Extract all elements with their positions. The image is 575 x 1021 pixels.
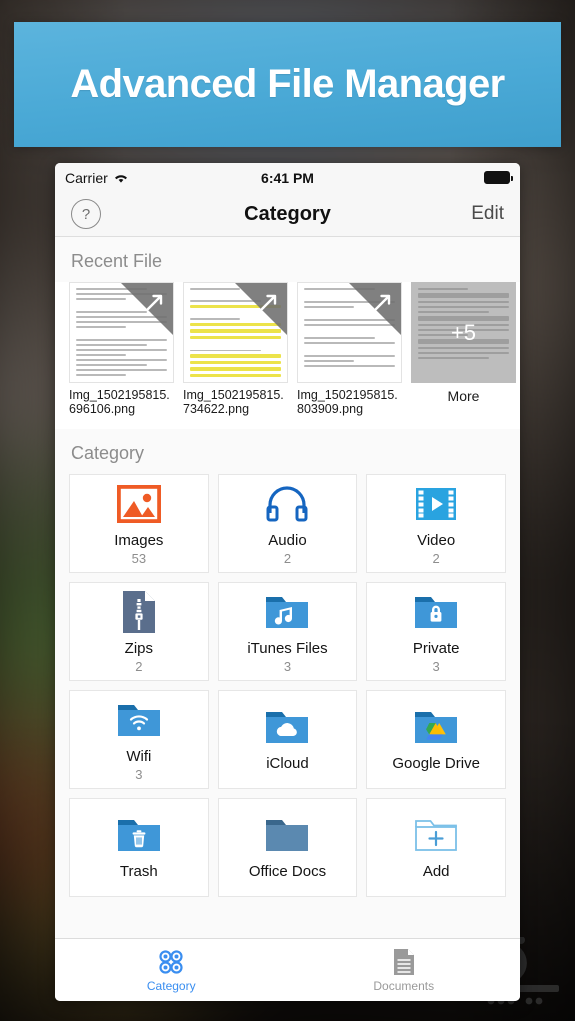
- status-bar: Carrier 6:41 PM: [55, 163, 520, 192]
- recent-file-thumbnail[interactable]: [183, 282, 288, 383]
- category-count: 2: [135, 658, 143, 674]
- tab-label: Category: [146, 978, 196, 993]
- category-label: Private: [412, 639, 460, 657]
- image-icon: [116, 481, 161, 527]
- recent-file-section-title: Recent File: [55, 237, 520, 282]
- category-label: Audio: [268, 531, 307, 549]
- category-item-itunes-files[interactable]: iTunes Files 3: [217, 581, 358, 681]
- trash-folder-icon: [116, 812, 162, 858]
- category-item-wifi[interactable]: Wifi 3: [69, 689, 209, 789]
- category-section-title: Category: [55, 428, 520, 474]
- category-label: Wifi: [126, 747, 152, 765]
- open-arrow-icon: [374, 294, 391, 311]
- phone-screenshot: Carrier 6:41 PM ? Category Edit Recent F…: [55, 163, 520, 1001]
- category-item-images[interactable]: Images 53: [69, 473, 209, 573]
- page-title: Category: [244, 202, 331, 225]
- recent-file-item[interactable]: Img_1502195815.803909.png: [297, 282, 402, 417]
- wifi-folder-icon: [116, 697, 162, 743]
- music-folder-icon: [264, 589, 310, 635]
- category-item-audio[interactable]: Audio 2: [217, 473, 358, 573]
- category-count: 53: [131, 550, 147, 566]
- tab-label: Documents: [373, 978, 435, 993]
- battery-icon: [484, 171, 513, 184]
- category-count: 2: [283, 550, 292, 566]
- app-banner: Advanced File Manager: [14, 22, 561, 147]
- category-label: Office Docs: [248, 863, 327, 881]
- carrier-label: Carrier: [65, 169, 108, 186]
- tab-documents[interactable]: Documents: [288, 939, 521, 1001]
- category-label: iCloud: [266, 755, 309, 773]
- cloud-folder-icon: [264, 704, 310, 750]
- category-label: Trash: [119, 863, 158, 881]
- recent-more-item[interactable]: +5 More: [411, 282, 516, 417]
- screen-content: Recent File Img_1502195815.696106.png Im…: [55, 237, 520, 938]
- category-item-icloud[interactable]: iCloud: [217, 689, 358, 789]
- add-folder-icon: [413, 812, 459, 858]
- category-item-video[interactable]: Video 2: [366, 473, 506, 573]
- category-label: iTunes Files: [247, 639, 328, 657]
- category-count: 3: [135, 766, 143, 782]
- category-count: 2: [432, 550, 440, 566]
- wifi-icon: [114, 174, 127, 183]
- open-arrow-icon: [260, 294, 277, 311]
- recent-file-name: Img_1502195815.696106.png: [69, 388, 170, 417]
- gdrive-folder-icon: [413, 704, 459, 750]
- lock-folder-icon: [413, 589, 459, 635]
- category-item-zips[interactable]: Zips 2: [69, 581, 209, 681]
- open-arrow-icon: [146, 294, 163, 311]
- plain-folder-icon: [264, 812, 310, 858]
- category-label: Images: [114, 531, 164, 549]
- recent-file-thumbnail[interactable]: [69, 282, 174, 383]
- category-grid: Images 53 Audio 2 Video 2 Zips 2 iTunes …: [55, 473, 520, 905]
- recent-file-item[interactable]: Img_1502195815.734622.png: [183, 282, 288, 417]
- nav-bar: ? Category Edit: [55, 192, 520, 237]
- recent-file-name: Img_1502195815.803909.png: [297, 388, 398, 417]
- recent-file-thumbnail[interactable]: [297, 282, 402, 383]
- category-count: 3: [283, 658, 292, 674]
- recent-file-list: Img_1502195815.696106.png Img_1502195815…: [55, 282, 520, 429]
- grid-circles-icon: [159, 949, 183, 974]
- category-label: Add: [422, 863, 450, 881]
- recent-file-name: Img_1502195815.734622.png: [183, 388, 284, 417]
- category-item-office-docs[interactable]: Office Docs: [217, 797, 358, 897]
- recent-file-item[interactable]: Img_1502195815.696106.png: [69, 282, 174, 417]
- edit-button[interactable]: Edit: [471, 203, 504, 225]
- category-label: Video: [417, 531, 456, 549]
- category-item-private[interactable]: Private 3: [366, 581, 506, 681]
- category-item-trash[interactable]: Trash: [69, 797, 209, 897]
- category-label: Zips: [124, 639, 153, 657]
- recent-more-thumbnail[interactable]: +5: [411, 282, 516, 383]
- category-label: Google Drive: [392, 755, 480, 773]
- category-item-add[interactable]: Add: [366, 797, 506, 897]
- tab-category[interactable]: Category: [55, 939, 288, 1001]
- help-icon: ?: [81, 205, 91, 223]
- recent-more-label: More: [447, 388, 480, 404]
- banner-title: Advanced File Manager: [70, 62, 505, 106]
- film-strip-icon: [414, 481, 458, 527]
- help-button[interactable]: ?: [71, 199, 101, 229]
- tab-bar: Category Documents: [55, 938, 520, 1001]
- more-count-badge: +5: [450, 319, 477, 345]
- headphones-icon: [265, 481, 309, 527]
- category-count: 3: [432, 658, 440, 674]
- category-item-google-drive[interactable]: Google Drive: [366, 689, 506, 789]
- zip-file-icon: [121, 589, 157, 635]
- document-icon: [393, 948, 414, 975]
